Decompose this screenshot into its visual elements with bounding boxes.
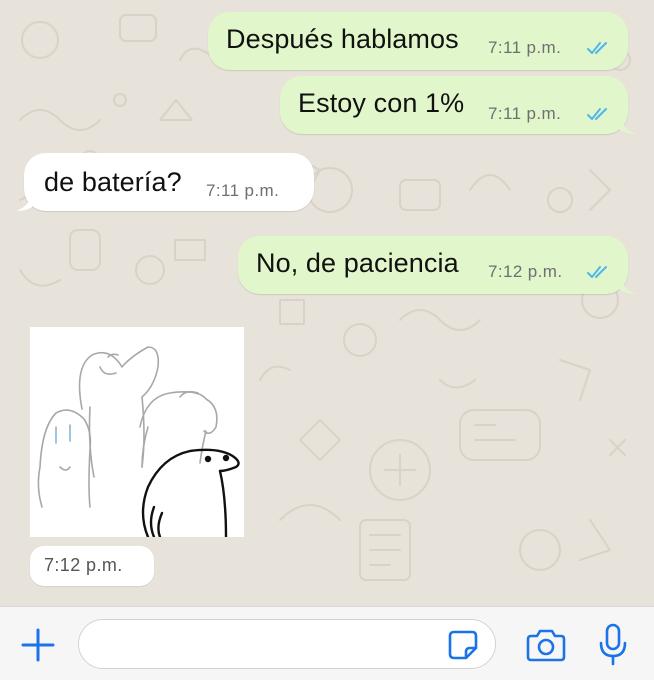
message-bubble-outgoing[interactable]: Estoy con 1% 7:11 p.m.: [280, 76, 636, 134]
read-receipt-icon: [587, 42, 607, 54]
message-text: No, de paciencia: [256, 248, 459, 278]
bubble-tail: [620, 278, 636, 294]
message-composer: [0, 606, 654, 680]
bubble-tail: [16, 195, 32, 211]
bubble-tail: [620, 118, 636, 134]
message-time: 7:12 p.m.: [44, 555, 123, 575]
message-bubble-outgoing[interactable]: No, de paciencia 7:12 p.m.: [238, 236, 636, 294]
sticker-message[interactable]: [30, 327, 244, 539]
message-text: Después hablamos: [226, 24, 459, 54]
microphone-icon[interactable]: [598, 623, 628, 667]
flork-sticker-image: [37, 346, 240, 539]
sticker-icon[interactable]: [446, 628, 480, 662]
message-bubble-outgoing[interactable]: Después hablamos 7:11 p.m.: [208, 12, 628, 70]
message-time: 7:11 p.m.: [488, 38, 562, 57]
message-text: de batería?: [44, 167, 182, 197]
message-input[interactable]: [78, 619, 496, 669]
chat-area: Después hablamos 7:11 p.m. Estoy con 1% …: [0, 0, 654, 606]
sticker-time: 7:12 p.m.: [30, 546, 154, 586]
message-text: Estoy con 1%: [298, 88, 465, 118]
read-receipt-icon: [587, 266, 607, 278]
message-bubble-incoming[interactable]: de batería? 7:11 p.m.: [16, 153, 314, 211]
message-time: 7:12 p.m.: [488, 262, 563, 281]
plus-icon[interactable]: [18, 625, 58, 665]
read-receipt-icon: [587, 108, 607, 120]
message-time: 7:11 p.m.: [206, 181, 280, 200]
message-time: 7:11 p.m.: [488, 104, 562, 123]
camera-icon[interactable]: [525, 627, 567, 663]
